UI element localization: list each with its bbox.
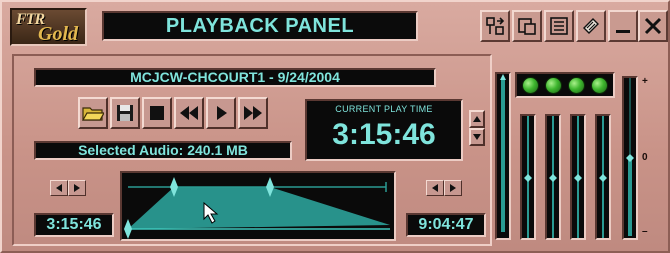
window-title: PLAYBACK PANEL xyxy=(102,11,418,41)
save-button[interactable] xyxy=(110,97,140,129)
arrow-left-icon xyxy=(56,184,62,192)
channel-1-fader-graphic xyxy=(524,116,532,238)
meter-scale-zero: 0 xyxy=(642,152,648,163)
app-logo: FTR Gold xyxy=(10,8,87,46)
notes-icon xyxy=(583,18,599,34)
channel-4-led[interactable] xyxy=(591,76,608,94)
spin-down-button[interactable] xyxy=(469,128,485,146)
arrow-right-icon xyxy=(74,184,80,192)
list-view-button[interactable] xyxy=(544,10,574,42)
play-icon xyxy=(217,106,227,120)
end-nudge-right-button[interactable] xyxy=(444,180,462,196)
playback-panel-window: FTR Gold PLAYBACK PANEL MCJCW-CHCOURT1 -… xyxy=(0,0,670,253)
end-nudge-left-button[interactable] xyxy=(426,180,444,196)
minimize-icon xyxy=(616,30,630,33)
start-nudge-right-button[interactable] xyxy=(68,180,86,196)
time-spinner xyxy=(469,110,485,146)
meter-scale-plus: + xyxy=(642,76,648,87)
channel-3-led[interactable] xyxy=(568,76,585,94)
master-meter-graphic xyxy=(500,74,506,232)
fast-forward-icon xyxy=(244,106,262,120)
channel-2-led[interactable] xyxy=(545,76,562,94)
channel-2-fader[interactable] xyxy=(545,114,561,240)
timeline-scrubber[interactable] xyxy=(120,171,396,241)
channel-2-fader-graphic xyxy=(549,116,557,238)
channel-led-strip xyxy=(515,72,615,98)
current-play-time-value: 3:15:46 xyxy=(332,118,436,151)
chevron-down-icon xyxy=(473,134,481,140)
channel-3-fader-graphic xyxy=(574,116,582,238)
channel-3-fader[interactable] xyxy=(570,114,586,240)
list-view-icon xyxy=(550,17,568,35)
transport-controls xyxy=(78,97,270,129)
session-name: MCJCW-CHCOURT1 - 9/24/2004 xyxy=(34,68,436,87)
close-icon xyxy=(644,17,662,35)
open-folder-icon xyxy=(82,107,104,121)
play-button[interactable] xyxy=(206,97,236,129)
split-icon xyxy=(486,17,505,35)
channel-1-fader[interactable] xyxy=(520,114,536,240)
restore-window-button[interactable] xyxy=(512,10,542,42)
restore-window-icon xyxy=(518,18,536,35)
meter-scale-minus: – xyxy=(642,226,648,237)
arrow-left-icon xyxy=(432,184,438,192)
channel-1-led[interactable] xyxy=(522,76,539,94)
close-button[interactable] xyxy=(638,10,668,42)
logo-text-gold: Gold xyxy=(38,23,78,45)
start-nudge-left-button[interactable] xyxy=(50,180,68,196)
chevron-up-icon xyxy=(473,116,481,122)
end-nudge-controls xyxy=(426,180,462,196)
output-fader-graphic xyxy=(626,78,634,236)
notes-button[interactable] xyxy=(576,10,606,42)
rewind-icon xyxy=(180,106,198,120)
playhead-marker xyxy=(124,219,132,239)
open-button[interactable] xyxy=(78,97,108,129)
channel-4-fader-graphic xyxy=(599,116,607,238)
output-level-fader[interactable] xyxy=(622,76,638,240)
start-nudge-controls xyxy=(50,180,86,196)
channel-4-fader[interactable] xyxy=(595,114,611,240)
stop-button[interactable] xyxy=(142,97,172,129)
save-disk-icon xyxy=(117,105,133,121)
stop-icon xyxy=(150,106,164,120)
selected-audio-size: Selected Audio: 240.1 MB xyxy=(34,141,292,160)
rewind-button[interactable] xyxy=(174,97,204,129)
arrow-right-icon xyxy=(450,184,456,192)
spin-up-button[interactable] xyxy=(469,110,485,128)
split-view-button[interactable] xyxy=(480,10,510,42)
timeline-start-time: 3:15:46 xyxy=(34,213,114,237)
timeline-graphic xyxy=(124,177,390,239)
timeline-end-time: 9:04:47 xyxy=(406,213,486,237)
minimize-button[interactable] xyxy=(608,10,638,42)
current-play-time-label: CURRENT PLAY TIME xyxy=(335,104,433,114)
master-level-meter[interactable] xyxy=(495,72,511,240)
fast-forward-button[interactable] xyxy=(238,97,268,129)
current-play-time-display: CURRENT PLAY TIME 3:15:46 xyxy=(305,99,463,161)
